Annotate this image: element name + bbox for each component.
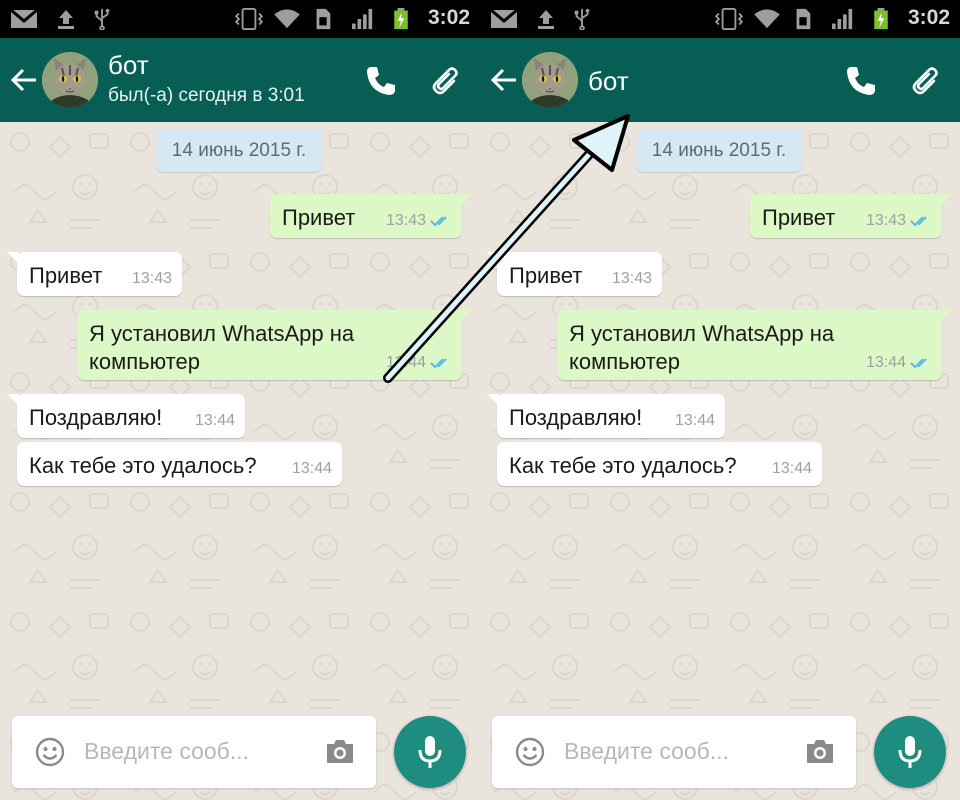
input-placeholder[interactable]: Введите сооб... — [564, 738, 729, 765]
message-incoming[interactable]: Поздравляю! 13:44 — [7, 394, 245, 438]
message-incoming[interactable]: Поздравляю! 13:44 — [487, 394, 725, 438]
sim-icon — [796, 8, 811, 30]
paperclip-icon[interactable] — [910, 64, 944, 98]
camera-icon[interactable] — [804, 736, 836, 766]
phone-icon[interactable] — [844, 64, 878, 98]
message-time: 13:44 — [194, 412, 235, 429]
camera-icon[interactable] — [324, 736, 356, 766]
bubble-tail — [487, 252, 499, 264]
bubble-tail — [460, 310, 472, 322]
paperclip-icon[interactable] — [430, 64, 464, 98]
screen-with-last-seen: 3:02 бот был(-а) сегодня в 3:01 14 июнь … — [0, 0, 480, 800]
message-outgoing[interactable]: Привет 13:43 — [750, 194, 952, 238]
contact-name[interactable]: бот — [588, 66, 629, 97]
message-outgoing[interactable]: Привет 13:43 — [270, 194, 472, 238]
message-text: Я установил WhatsApp на компьютер — [89, 321, 355, 374]
chat-area[interactable]: 14 июнь 2015 г. Привет 13:43 Привет 13:4… — [0, 122, 480, 800]
read-ticks-icon — [910, 358, 927, 369]
cat-avatar-icon — [42, 52, 98, 108]
mic-icon — [418, 736, 442, 768]
vibrate-icon — [234, 8, 264, 30]
wifi-icon — [274, 9, 300, 29]
battery-charging-icon — [394, 8, 408, 30]
status-bar: 3:02 — [0, 0, 480, 38]
signal-icon — [832, 8, 853, 30]
signal-icon — [352, 8, 373, 30]
chat-header[interactable]: бот был(-а) сегодня в 3:01 — [0, 38, 480, 122]
mic-icon — [898, 736, 922, 768]
message-incoming[interactable]: Привет 13:43 — [487, 252, 662, 296]
avatar[interactable] — [42, 52, 98, 108]
clock: 3:02 — [907, 6, 950, 29]
bubble-tail — [940, 310, 952, 322]
message-text: Как тебе это удалось? — [509, 453, 737, 478]
chat-area[interactable]: 14 июнь 2015 г. Привет 13:43 Привет 13:4… — [480, 122, 960, 800]
bubble-tail — [487, 394, 499, 406]
message-time: 13:44 — [771, 460, 812, 477]
gmail-icon — [490, 8, 518, 28]
message-text: Как тебе это удалось? — [29, 453, 257, 478]
vibrate-icon — [714, 8, 744, 30]
emoji-icon[interactable] — [514, 736, 546, 768]
clock: 3:02 — [427, 6, 470, 29]
mic-button[interactable] — [874, 716, 946, 788]
bubble-tail — [460, 194, 472, 206]
message-outgoing[interactable]: Я установил WhatsApp на компьютер 13:44 — [77, 310, 472, 380]
bubble-tail — [7, 252, 19, 264]
bubble-tail — [7, 394, 19, 406]
message-time: 13:44 — [866, 354, 932, 372]
message-time: 13:43 — [386, 212, 452, 230]
gmail-icon — [10, 8, 38, 28]
message-time: 13:43 — [131, 270, 172, 287]
contact-name[interactable]: бот — [108, 50, 149, 81]
message-incoming[interactable]: Привет 13:43 — [7, 252, 182, 296]
upload-icon — [58, 10, 74, 29]
sim-icon — [316, 8, 331, 30]
message-time: 13:43 — [866, 212, 932, 230]
message-time: 13:43 — [611, 270, 652, 287]
back-arrow-icon[interactable] — [10, 66, 38, 94]
mic-button[interactable] — [394, 716, 466, 788]
message-outgoing[interactable]: Я установил WhatsApp на компьютер 13:44 — [557, 310, 952, 380]
message-time: 13:44 — [674, 412, 715, 429]
message-input[interactable]: Введите сооб... — [12, 716, 376, 788]
back-arrow-icon[interactable] — [490, 66, 518, 94]
usb-icon — [94, 8, 110, 30]
upload-icon — [538, 10, 554, 29]
message-incoming[interactable]: Как тебе это удалось? 13:44 — [497, 442, 822, 486]
last-seen-status: был(-а) сегодня в 3:01 — [108, 85, 305, 106]
cat-avatar-icon — [522, 52, 578, 108]
chat-header[interactable]: бот — [480, 38, 960, 122]
read-ticks-icon — [430, 216, 447, 227]
input-placeholder[interactable]: Введите сооб... — [84, 738, 249, 765]
usb-icon — [574, 8, 590, 30]
message-time: 13:44 — [291, 460, 332, 477]
message-text: Я установил WhatsApp на компьютер — [569, 321, 835, 374]
message-time: 13:44 — [386, 354, 452, 372]
wifi-icon — [754, 9, 780, 29]
screen-last-seen-hidden: 3:02 бот 14 июнь 2015 г. Привет 13:43 Пр… — [480, 0, 960, 800]
status-bar: 3:02 — [480, 0, 960, 38]
message-incoming[interactable]: Как тебе это удалось? 13:44 — [17, 442, 342, 486]
battery-charging-icon — [874, 8, 888, 30]
message-input[interactable]: Введите сооб... — [492, 716, 856, 788]
bubble-tail — [940, 194, 952, 206]
date-chip: 14 июнь 2015 г. — [637, 130, 801, 172]
read-ticks-icon — [430, 358, 447, 369]
avatar[interactable] — [522, 52, 578, 108]
phone-icon[interactable] — [364, 64, 398, 98]
read-ticks-icon — [910, 216, 927, 227]
emoji-icon[interactable] — [34, 736, 66, 768]
date-chip: 14 июнь 2015 г. — [157, 130, 321, 172]
